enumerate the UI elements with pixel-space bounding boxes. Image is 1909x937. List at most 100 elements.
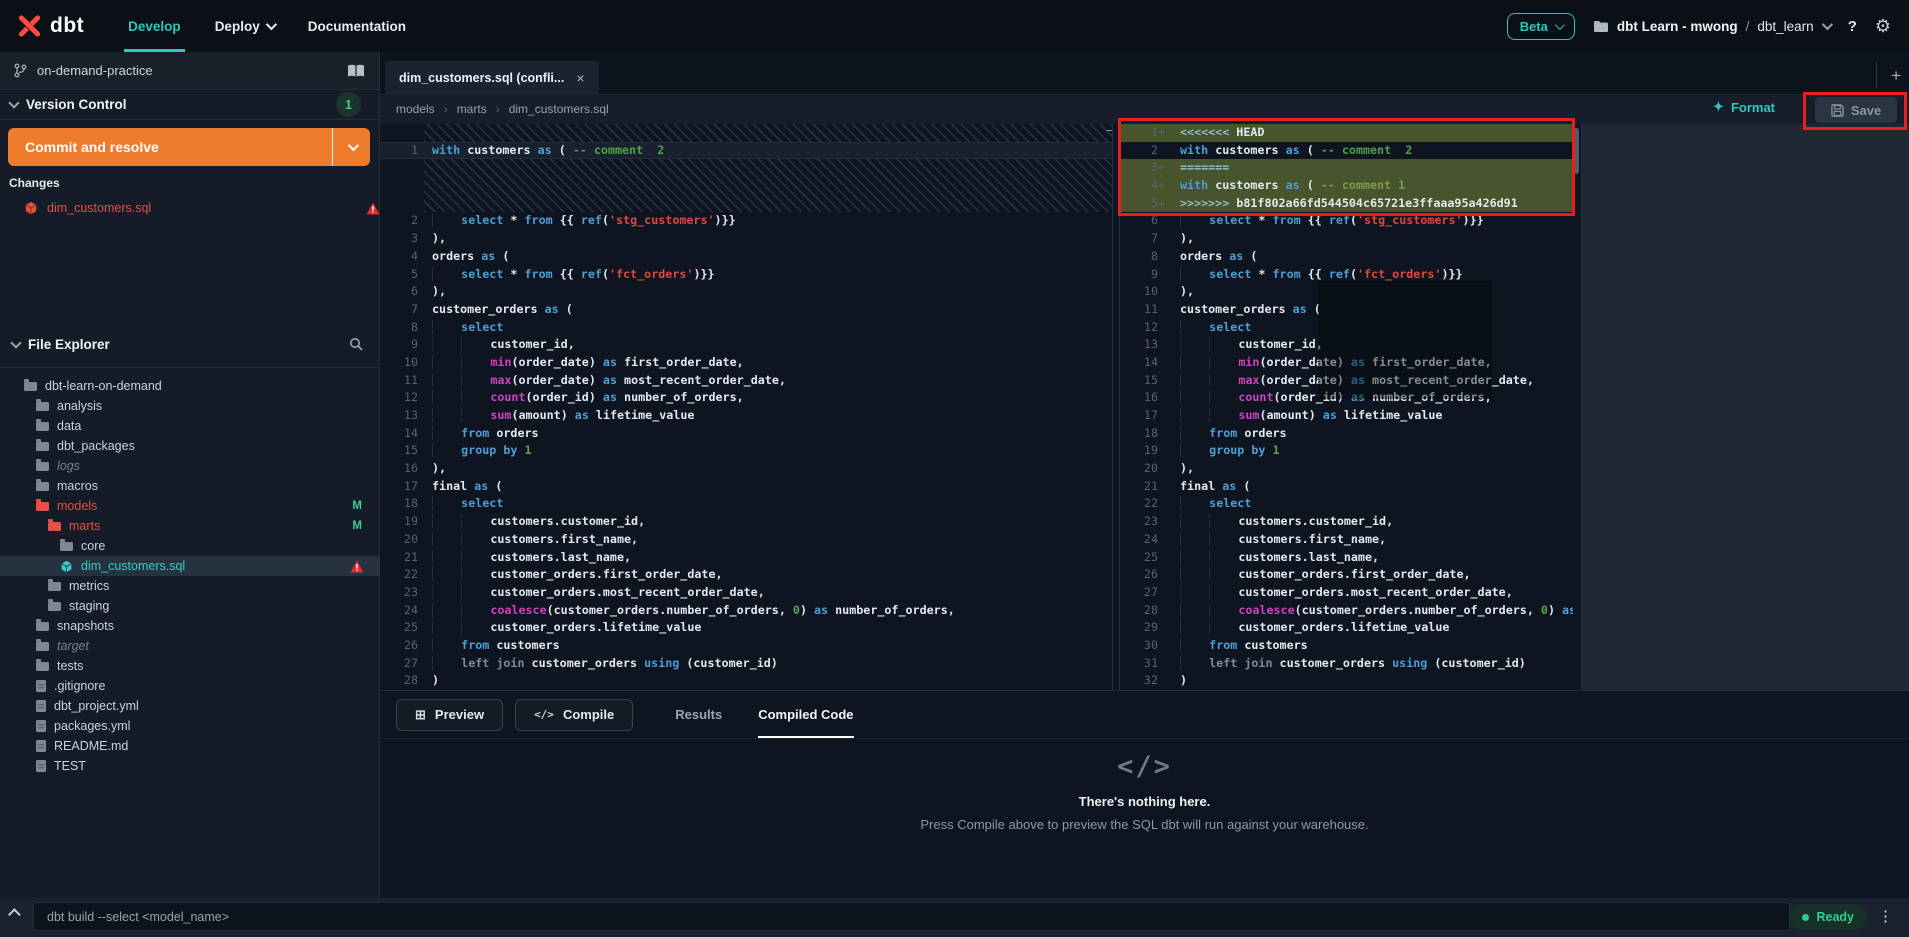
- breadcrumb-marts[interactable]: marts: [457, 102, 487, 116]
- tab-compiled-code[interactable]: Compiled Code: [758, 691, 853, 738]
- tree-item--gitignore[interactable]: .gitignore: [0, 676, 380, 696]
- chevron-up-icon[interactable]: [8, 908, 21, 921]
- chevron-down-icon: [1821, 19, 1832, 30]
- tab-results[interactable]: Results: [675, 691, 722, 738]
- dbt-logo[interactable]: dbt: [16, 13, 84, 39]
- status-label: Ready: [1816, 910, 1854, 924]
- tree-item-target[interactable]: target: [0, 636, 380, 656]
- changed-file-item[interactable]: dim_customers.sql: [0, 196, 380, 220]
- tree-item-dbt-learn-on-demand[interactable]: dbt-learn-on-demand: [0, 376, 380, 396]
- tree-item-marts[interactable]: martsM: [0, 516, 380, 536]
- code-icon: </>: [380, 751, 1909, 782]
- code-line-25: 25 customer_orders.lifetime_value: [380, 619, 1112, 637]
- tree-item-macros[interactable]: macros: [0, 476, 380, 496]
- folder-icon: [48, 582, 61, 591]
- version-control-section[interactable]: Version Control 1: [0, 90, 379, 120]
- search-icon[interactable]: [349, 337, 364, 352]
- model-cube-icon: [24, 201, 38, 215]
- new-tab-button[interactable]: +: [1891, 66, 1901, 86]
- code-line-31: 31 left join customer_orders using (cust…: [1120, 655, 1573, 673]
- code-line-27: 27 left join customer_orders using (cust…: [380, 655, 1112, 673]
- commit-and-resolve-button[interactable]: Commit and resolve: [8, 128, 370, 166]
- code-line-7: 7customer_orders as (: [380, 301, 1112, 319]
- conflict-source-pane[interactable]: 1+<<<<<<< HEAD2with customers as ( -- co…: [1120, 124, 1573, 690]
- scrollbar-thumb[interactable]: [1574, 128, 1579, 174]
- command-input[interactable]: dbt build --select <model_name>: [33, 902, 1790, 931]
- folder-icon: [36, 662, 49, 671]
- breadcrumb-models[interactable]: models: [396, 102, 435, 116]
- tree-item-logs[interactable]: logs: [0, 456, 380, 476]
- tree-item-label: README.md: [54, 739, 128, 753]
- code-line-13: 13 sum(amount) as lifetime_value: [380, 407, 1112, 425]
- merge-conflict-warning-icon: [350, 560, 364, 573]
- commit-dropdown-toggle[interactable]: [332, 128, 370, 166]
- docs-book-icon[interactable]: [347, 64, 365, 78]
- tree-item-tests[interactable]: tests: [0, 656, 380, 676]
- tree-item-test[interactable]: TEST: [0, 756, 380, 776]
- branch-selector[interactable]: on-demand-practice: [0, 52, 379, 90]
- code-line-22: 22 customer_orders.first_order_date,: [380, 566, 1112, 584]
- tree-item-core[interactable]: core: [0, 536, 380, 556]
- code-line-29: 29 customer_orders.lifetime_value: [1120, 619, 1573, 637]
- help-icon[interactable]: ?: [1848, 18, 1857, 35]
- editor-toolbar: models › marts › dim_customers.sql ✦ For…: [380, 95, 1909, 124]
- preview-button[interactable]: ⊞ Preview: [396, 699, 503, 731]
- kebab-menu-icon[interactable]: ⋮: [1878, 907, 1893, 925]
- pane-divider[interactable]: [1112, 124, 1120, 690]
- folder-icon: [48, 522, 61, 531]
- empty-state-title: There's nothing here.: [380, 794, 1909, 809]
- merge-result-pane[interactable]: 1with customers as ( -- comment 22 selec…: [380, 124, 1112, 690]
- tree-item-staging[interactable]: staging: [0, 596, 380, 616]
- save-button[interactable]: Save: [1815, 97, 1897, 123]
- tree-item-label: staging: [69, 599, 109, 613]
- file-icon: [36, 760, 46, 772]
- breadcrumb-separator: ›: [444, 102, 448, 116]
- code-line-15: 15 group by 1: [380, 442, 1112, 460]
- code-line-15: 15 max(order_date) as most_recent_order_…: [1120, 372, 1573, 390]
- code-line-8: 8 select: [380, 319, 1112, 337]
- account-switcher[interactable]: dbt Learn - mwong / dbt_learn: [1593, 19, 1830, 34]
- code-line-21: 21final as (: [1120, 478, 1573, 496]
- tree-item-dim-customers-sql[interactable]: dim_customers.sql: [0, 556, 380, 576]
- tree-item-data[interactable]: data: [0, 416, 380, 436]
- code-line-2: 2with customers as ( -- comment 2: [1120, 142, 1573, 160]
- save-floppy-icon: [1831, 104, 1844, 117]
- gear-icon[interactable]: ⚙: [1875, 16, 1891, 37]
- tree-item-dbt-packages[interactable]: dbt_packages: [0, 436, 380, 456]
- tree-item-label: macros: [57, 479, 98, 493]
- file-explorer-section[interactable]: File Explorer: [0, 322, 380, 368]
- format-button[interactable]: ✦ Format: [1713, 99, 1775, 115]
- tree-item-dbt-project-yml[interactable]: dbt_project.yml: [0, 696, 380, 716]
- tree-item-packages-yml[interactable]: packages.yml: [0, 716, 380, 736]
- close-icon[interactable]: ×: [576, 70, 584, 86]
- tree-item-analysis[interactable]: analysis: [0, 396, 380, 416]
- code-line-11: 11customer_orders as (: [1120, 301, 1573, 319]
- fold-marker-icon[interactable]: −: [1106, 124, 1113, 137]
- tree-item-readme-md[interactable]: README.md: [0, 736, 380, 756]
- diff-placeholder-hatch: [380, 124, 1112, 142]
- file-icon: [36, 720, 46, 732]
- tree-item-label: dbt_project.yml: [54, 699, 139, 713]
- model-cube-icon: [60, 560, 73, 573]
- breadcrumb-file[interactable]: dim_customers.sql: [509, 102, 609, 116]
- changed-file-name: dim_customers.sql: [47, 201, 357, 215]
- version-control-title: Version Control: [26, 97, 328, 112]
- diff-placeholder-hatch: [380, 159, 1112, 212]
- tree-item-label: snapshots: [57, 619, 114, 633]
- tree-item-snapshots[interactable]: snapshots: [0, 616, 380, 636]
- compile-button[interactable]: </> Compile: [515, 699, 633, 731]
- sparkle-icon: ✦: [1713, 99, 1724, 115]
- tree-item-label: packages.yml: [54, 719, 130, 733]
- nav-item-deploy[interactable]: Deploy: [215, 0, 274, 52]
- nav-item-develop[interactable]: Develop: [128, 0, 181, 52]
- code-line-22: 22 select: [1120, 495, 1573, 513]
- beta-dropdown[interactable]: Beta: [1507, 13, 1575, 40]
- tree-item-models[interactable]: modelsM: [0, 496, 380, 516]
- breadcrumb-separator: ›: [496, 102, 500, 116]
- grid-icon: ⊞: [415, 707, 426, 723]
- nav-item-documentation[interactable]: Documentation: [308, 0, 406, 52]
- tree-item-metrics[interactable]: metrics: [0, 576, 380, 596]
- tree-item-label: tests: [57, 659, 83, 673]
- folder-icon: [36, 502, 49, 511]
- editor-tab-dim-customers[interactable]: dim_customers.sql (confli... ×: [385, 61, 599, 95]
